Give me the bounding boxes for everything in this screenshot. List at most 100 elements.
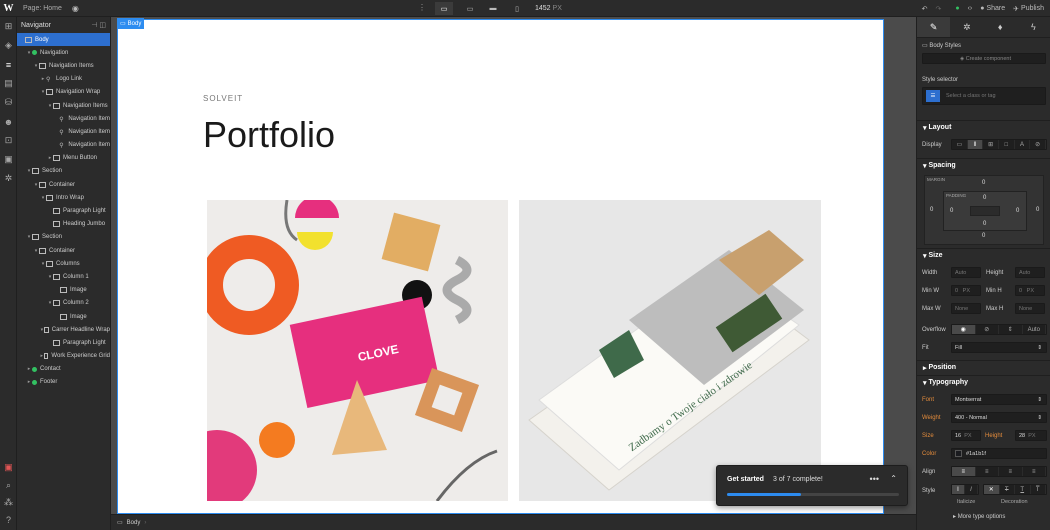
- portfolio-image-2[interactable]: Zadbamy o Twoje ciało i zdrowie: [519, 200, 821, 501]
- settings-icon[interactable]: ✲: [0, 169, 17, 188]
- italic-segmented[interactable]: II: [951, 484, 979, 495]
- display-flex-icon[interactable]: ‖: [967, 140, 984, 149]
- weight-select[interactable]: 400 - Normal ⇕: [951, 412, 1047, 423]
- align-segmented[interactable]: ≡ ≡ ≡ ≡: [951, 466, 1047, 477]
- navigator-item[interactable]: ▸ Work Experience Grid: [17, 350, 110, 363]
- height-input[interactable]: Auto: [1015, 267, 1045, 278]
- desktop-breakpoint-icon[interactable]: ▭: [435, 2, 453, 15]
- assets-icon[interactable]: ▣: [0, 150, 17, 169]
- decoration-none-icon[interactable]: ✕: [984, 485, 1000, 494]
- help-icon[interactable]: ?: [0, 510, 17, 529]
- navigator-item[interactable]: ⚲ Navigation Item: [17, 125, 110, 138]
- page-body[interactable]: SOLVEIT Portfolio CLOVE Zadbamy o Twoje …: [117, 19, 884, 514]
- navigator-item[interactable]: ▾ Carrer Headline Wrap: [17, 323, 110, 336]
- overflow-hidden-icon[interactable]: ⊘: [976, 325, 999, 334]
- selected-element-tag[interactable]: ▭ Body: [117, 18, 145, 29]
- navigator-item[interactable]: ▾ Container: [17, 244, 110, 257]
- navigator-item[interactable]: ▾ Columns: [17, 257, 110, 270]
- heading-jumbo[interactable]: Portfolio: [203, 114, 335, 156]
- min-height-input[interactable]: 0 PX: [1015, 285, 1045, 296]
- more-type-options-button[interactable]: ▸ More type options: [953, 513, 1005, 520]
- size-section-header[interactable]: ▾ Size: [917, 248, 1050, 262]
- navigator-item[interactable]: ▾ Navigation Wrap: [17, 86, 110, 99]
- decoration-segmented[interactable]: ✕ T T T̅: [983, 484, 1047, 495]
- navigator-item[interactable]: ▾ Navigation Items: [17, 99, 110, 112]
- display-text-icon[interactable]: A: [1015, 140, 1031, 149]
- padding-top-value[interactable]: 0: [983, 195, 986, 201]
- desktop-base-icon[interactable]: ▭: [461, 2, 479, 15]
- overflow-segmented[interactable]: ◉ ⊘ ⇕ Auto: [951, 324, 1047, 335]
- navigator-item[interactable]: ▸ Footer: [17, 376, 110, 389]
- ecommerce-icon[interactable]: ⊡: [0, 131, 17, 150]
- users-icon[interactable]: ☻: [0, 112, 17, 131]
- navigator-item[interactable]: Image: [17, 310, 110, 323]
- navigator-item[interactable]: ⚲ Navigation Item: [17, 139, 110, 152]
- align-center-icon[interactable]: ≡: [976, 467, 999, 476]
- publish-button[interactable]: ✈ Publish: [1013, 5, 1044, 13]
- align-justify-icon[interactable]: ≡: [1023, 467, 1046, 476]
- overflow-scroll-icon[interactable]: ⇕: [999, 325, 1023, 334]
- fit-select[interactable]: Fill ⇕: [951, 342, 1047, 353]
- max-height-input[interactable]: None: [1015, 303, 1045, 314]
- code-icon[interactable]: ‹›: [968, 5, 973, 12]
- pin-icon[interactable]: ⊣: [91, 22, 97, 29]
- record-icon[interactable]: ▣: [0, 458, 17, 477]
- tab-settings-gear-icon[interactable]: ✲: [950, 17, 983, 37]
- display-block-icon[interactable]: ▭: [952, 140, 968, 149]
- align-left-icon[interactable]: ≡: [952, 467, 976, 476]
- color-swatch[interactable]: [955, 450, 962, 457]
- min-width-input[interactable]: 0 PX: [951, 285, 981, 296]
- box-icon[interactable]: ◈: [0, 36, 17, 55]
- paragraph-light[interactable]: SOLVEIT: [203, 94, 243, 103]
- overline-icon[interactable]: T̅: [1031, 485, 1046, 494]
- more-vertical-icon[interactable]: ⋮: [418, 3, 426, 12]
- font-size-input[interactable]: 16 PX: [951, 430, 981, 441]
- max-width-input[interactable]: None: [951, 303, 981, 314]
- spacing-section-header[interactable]: ▾ Spacing: [917, 158, 1050, 172]
- page-selector[interactable]: Page: Home: [23, 5, 62, 12]
- navigator-item[interactable]: ▾ Column 2: [17, 297, 110, 310]
- overflow-visible-icon[interactable]: ◉: [952, 325, 976, 334]
- navigator-item[interactable]: Heading Jumbo: [17, 218, 110, 231]
- navigator-item[interactable]: ▾ Navigation Items: [17, 59, 110, 72]
- padding-left-value[interactable]: 0: [950, 208, 953, 214]
- navigator-item[interactable]: Paragraph Light: [17, 336, 110, 349]
- italic-icon[interactable]: I: [965, 485, 978, 494]
- chevron-up-icon[interactable]: ⌃: [890, 474, 897, 483]
- display-segmented[interactable]: ▭ ‖ ⊞ □ A ⊘: [951, 139, 1047, 150]
- padding-box[interactable]: PADDING 0 0 0 0: [943, 191, 1027, 231]
- typography-section-header[interactable]: ▾ Typography: [917, 375, 1050, 389]
- navigator-item[interactable]: Image: [17, 284, 110, 297]
- cms-icon[interactable]: ⛁: [0, 93, 17, 112]
- navigator-item[interactable]: Paragraph Light: [17, 204, 110, 217]
- portfolio-image-1[interactable]: CLOVE: [207, 200, 508, 501]
- tab-style-brush-icon[interactable]: ✎: [917, 17, 951, 37]
- navigator-item[interactable]: ▸ ⚲ Logo Link: [17, 73, 110, 86]
- navigator-item[interactable]: ▾ Intro Wrap: [17, 191, 110, 204]
- width-input[interactable]: Auto: [951, 267, 981, 278]
- display-none-icon[interactable]: ⊘: [1030, 140, 1047, 149]
- color-input[interactable]: #1a1b1f: [951, 448, 1047, 459]
- style-selector-input[interactable]: ☰ Select a class or tag: [922, 87, 1046, 105]
- layout-section-header[interactable]: ▾ Layout: [917, 120, 1050, 134]
- line-height-input[interactable]: 28 PX: [1015, 430, 1047, 441]
- margin-left-value[interactable]: 0: [930, 207, 933, 213]
- dock-icon[interactable]: ◫: [99, 22, 106, 29]
- undo-icon[interactable]: ↶: [922, 5, 928, 13]
- underline-icon[interactable]: T: [1015, 485, 1031, 494]
- redo-icon[interactable]: ↷: [935, 5, 941, 13]
- tablet-icon[interactable]: ▬: [484, 2, 502, 15]
- display-grid-icon[interactable]: ⊞: [983, 140, 1000, 149]
- navigator-item[interactable]: ▾ Section: [17, 231, 110, 244]
- breadcrumb-body[interactable]: Body: [127, 520, 141, 526]
- tab-lightning-icon[interactable]: ϟ: [1017, 17, 1050, 37]
- webflow-logo[interactable]: W: [0, 0, 17, 17]
- layers-icon[interactable]: ≡: [0, 55, 17, 74]
- overflow-auto-button[interactable]: Auto: [1023, 325, 1046, 334]
- spacing-box[interactable]: MARGIN 0 0 0 0 PADDING 0 0 0 0: [924, 175, 1044, 245]
- display-inline-block-icon[interactable]: □: [999, 140, 1015, 149]
- font-select[interactable]: Montserrat ⇕: [951, 394, 1047, 405]
- mobile-icon[interactable]: ▯: [508, 2, 526, 15]
- navigator-item[interactable]: ▸ Menu Button: [17, 152, 110, 165]
- align-right-icon[interactable]: ≡: [999, 467, 1023, 476]
